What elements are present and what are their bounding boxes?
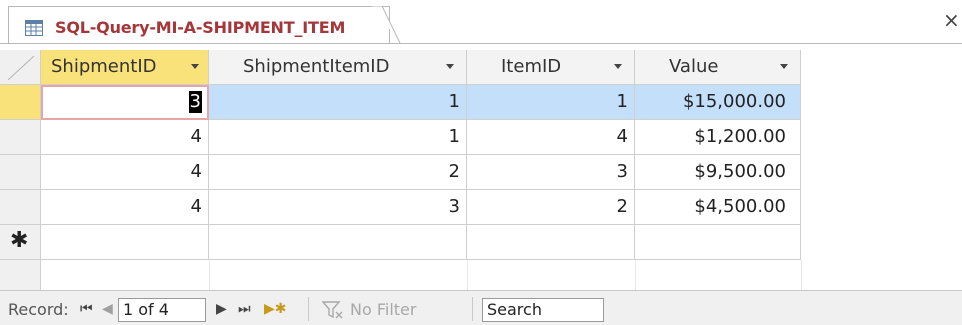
cell-value[interactable]: $4,500.00 <box>635 190 801 225</box>
cell-shipmentid[interactable]: 3 <box>41 85 209 120</box>
document-tab[interactable]: SQL-Query-MI-A-SHIPMENT_ITEM <box>8 6 390 44</box>
column-header-label: ItemID <box>501 56 562 77</box>
cell-shipmentid[interactable] <box>41 225 209 260</box>
text-cursor: 3 <box>188 91 202 113</box>
search-input[interactable]: Search <box>482 298 604 322</box>
column-header-label: ShipmentItemID <box>243 56 390 77</box>
cell-itemid[interactable]: 4 <box>467 120 635 155</box>
last-record-icon[interactable]: ⏭ <box>238 300 251 318</box>
previous-record-icon[interactable]: ◀ <box>102 300 113 318</box>
cell-shipmentid[interactable]: 4 <box>41 120 209 155</box>
column-header-shipmentitemid[interactable]: ShipmentItemID <box>209 50 467 85</box>
record-label: Record: <box>8 300 69 319</box>
row-selector[interactable] <box>0 120 41 155</box>
new-record-button[interactable]: ▶✱ <box>264 300 287 318</box>
row-selector[interactable] <box>0 155 41 190</box>
query-datasheet-icon <box>25 20 43 36</box>
select-all-corner[interactable] <box>0 50 41 85</box>
column-divider <box>801 260 802 290</box>
cell-itemid[interactable] <box>467 225 635 260</box>
tab-edge <box>372 6 401 44</box>
cell-itemid[interactable]: 2 <box>467 190 635 225</box>
column-header-label: Value <box>669 56 719 77</box>
column-header-shipmentid[interactable]: ShipmentID <box>41 50 209 85</box>
cell-itemid[interactable]: 3 <box>467 155 635 190</box>
cell-value[interactable]: $9,500.00 <box>635 155 801 190</box>
document-tab-title: SQL-Query-MI-A-SHIPMENT_ITEM <box>55 18 346 37</box>
next-record-icon[interactable]: ▶ <box>216 300 227 318</box>
current-record-input[interactable]: 1 of 4 <box>118 298 206 322</box>
row-selector[interactable] <box>0 190 41 225</box>
cell-itemid[interactable]: 1 <box>467 85 635 120</box>
column-divider <box>467 260 468 290</box>
close-icon[interactable]: × <box>943 10 960 30</box>
chevron-down-icon[interactable] <box>780 64 788 69</box>
filter-icon[interactable] <box>321 301 344 323</box>
first-record-icon[interactable]: ⏮ <box>80 300 93 318</box>
separator <box>472 297 473 321</box>
record-navigation-bar: Record: ⏮ ◀ 1 of 4 ▶ ⏭ ▶✱ No Filter Sear… <box>0 290 962 325</box>
no-filter-label[interactable]: No Filter <box>350 301 416 319</box>
cell-value[interactable]: $15,000.00 <box>635 85 801 120</box>
cell-shipmentitemid[interactable]: 3 <box>209 190 467 225</box>
column-header-value[interactable]: Value <box>635 50 801 85</box>
cell-shipmentitemid[interactable]: 1 <box>209 85 467 120</box>
cell-shipmentitemid[interactable] <box>209 225 467 260</box>
chevron-down-icon[interactable] <box>614 64 622 69</box>
empty-row-selector <box>0 260 41 290</box>
document-tab-strip: SQL-Query-MI-A-SHIPMENT_ITEM × <box>0 0 962 44</box>
cell-shipmentitemid[interactable]: 1 <box>209 120 467 155</box>
column-divider <box>209 260 210 290</box>
sort-dropdown-icon[interactable] <box>191 64 199 69</box>
cell-shipmentid[interactable]: 4 <box>41 155 209 190</box>
column-divider <box>635 260 636 290</box>
row-selector[interactable] <box>0 85 41 120</box>
chevron-down-icon[interactable] <box>446 64 454 69</box>
cell-shipmentid[interactable]: 4 <box>41 190 209 225</box>
cell-value[interactable]: $1,200.00 <box>635 120 801 155</box>
new-record-icon: ✱ <box>10 228 29 253</box>
separator <box>308 297 309 321</box>
column-header-label: ShipmentID <box>51 56 157 77</box>
cell-value[interactable] <box>635 225 801 260</box>
row-selector[interactable]: ✱ <box>0 225 41 260</box>
tab-divider <box>0 43 962 44</box>
cell-shipmentitemid[interactable]: 2 <box>209 155 467 190</box>
column-header-itemid[interactable]: ItemID <box>467 50 635 85</box>
